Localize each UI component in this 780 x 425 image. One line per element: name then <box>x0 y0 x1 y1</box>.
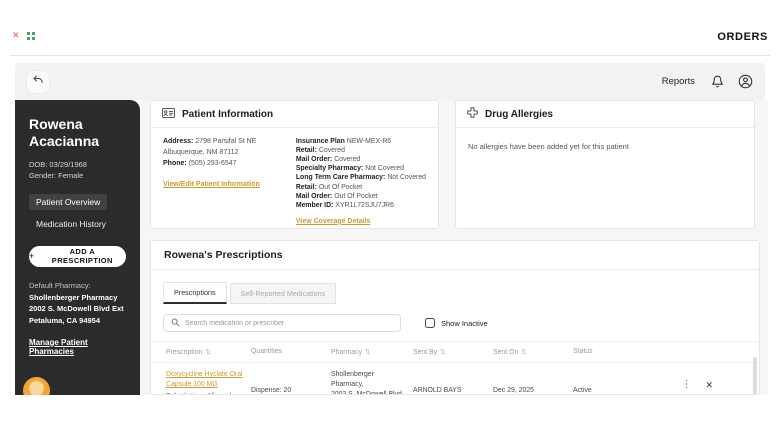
show-inactive-label: Show Inactive <box>441 318 488 328</box>
drug-name-link[interactable]: Doxycycline Hyclate Oral Capsule 100 MG <box>166 370 244 390</box>
long-term-care-line: Long Term Care Pharmacy: Not Covered <box>295 174 426 182</box>
sort-icon[interactable]: ⇅ <box>205 349 210 356</box>
patient-name: Rowena Acacianna <box>29 116 100 149</box>
header-bar: Reports <box>15 63 765 100</box>
manage-pharmacies-link[interactable]: Manage Patient Pharmacies <box>29 338 126 356</box>
patient-information-card: Patient Information Address: 2798 Parsif… <box>150 100 439 229</box>
default-pharmacy-block: Default Pharmacy: Shollenberger Pharmacy… <box>29 281 126 327</box>
sort-icon[interactable]: ⇅ <box>365 349 370 356</box>
retail-coverage-line: Retail: Covered <box>295 147 345 155</box>
table-row: Doxycycline Hyclate Oral Capsule 100 MG … <box>151 363 759 395</box>
sent-on-cell: Dec 29, 2025 <box>493 387 534 394</box>
scrollbar[interactable] <box>753 357 757 394</box>
add-prescription-button[interactable]: + ADD A PRESCRIPTION <box>29 245 126 267</box>
retail-oop-line: Retail: Out Of Pocket <box>295 183 363 191</box>
sent-by-cell: ARNOLD BAYS _____ <box>413 387 462 394</box>
pharmacy-address-line2: Petaluma, CA 94954 <box>29 316 101 326</box>
orders-title: ORDERS <box>717 31 768 43</box>
patient-phone: Phone: (505) 293-6547 <box>163 159 237 167</box>
table-header-row: Prescription ⇅ Quantities Pharmacy ⇅ Sent … <box>151 341 759 363</box>
col-quantities: Quantities <box>251 348 283 355</box>
prescriptions-card: Rowena's Prescriptions Prescriptions Sel… <box>150 240 760 395</box>
search-box[interactable] <box>163 314 401 332</box>
insurance-plan-line: Insurance Plan NEW-MEX-R6 <box>295 138 392 145</box>
patient-sidebar: Rowena Acacianna DOB: 03/29/1968 Gender:… <box>15 100 140 395</box>
col-prescription[interactable]: Prescription ⇅ <box>166 348 251 356</box>
specialty-pharmacy-line: Specialty Pharmacy: Not Covered <box>295 165 404 173</box>
tab-prescriptions[interactable]: Prescriptions <box>163 282 227 304</box>
patient-address: Address: 2798 Parsifal St NE <box>163 138 257 145</box>
status-cell: Active <box>573 387 592 394</box>
mail-order-coverage-line: Mail Order: Covered <box>295 156 361 164</box>
help-fab-icon[interactable] <box>23 377 50 395</box>
sort-icon[interactable]: ⇅ <box>440 349 445 356</box>
mail-order-oop-line: Mail Order: Out Of Pocket <box>295 192 378 200</box>
patient-address-city: Albuquerque, NM 87112 <box>163 148 239 156</box>
view-coverage-details-link[interactable]: View Coverage Details <box>296 218 371 225</box>
drug-allergies-title: Drug Allergies <box>485 108 553 120</box>
show-inactive-checkbox[interactable] <box>425 318 435 328</box>
account-avatar-icon[interactable] <box>738 74 753 89</box>
member-id-line: Member ID: XYR1L72SJU7JR6 <box>295 201 394 209</box>
quantity-cell: Dispense: 20 <box>251 387 292 394</box>
window-close-icon[interactable]: ✕ <box>12 30 20 41</box>
sidebar-item-medication-history[interactable]: Medication History <box>29 216 113 232</box>
search-icon <box>171 314 180 332</box>
prescriptions-title: Rowena's Prescriptions <box>164 249 283 261</box>
pharmacy-name: Shollenberger Pharmacy <box>29 292 118 302</box>
id-card-icon <box>162 105 175 123</box>
col-sent-on[interactable]: Sent On ⇅ <box>493 348 573 356</box>
drug-allergies-card: Drug Allergies No allergies have been ad… <box>455 100 755 229</box>
undo-arrow-icon <box>32 73 44 91</box>
notifications-bell-icon[interactable] <box>711 75 724 88</box>
back-button[interactable] <box>27 70 49 93</box>
patient-information-title: Patient Information <box>182 108 274 120</box>
sort-icon[interactable]: ⇅ <box>521 349 526 356</box>
pharmacy-address-line1: 2002 S. McDowell Blvd Ext <box>29 304 124 314</box>
col-status: Status <box>573 348 593 355</box>
substitutions-text: Substitutions Allowed <box>166 392 245 394</box>
col-pharmacy[interactable]: Pharmacy ⇅ <box>331 348 413 356</box>
prescriptions-table: Prescription ⇅ Quantities Pharmacy ⇅ Sent … <box>151 341 759 395</box>
top-divider <box>10 55 770 56</box>
sidebar-nav: Patient Overview Medication History <box>29 193 126 232</box>
patient-dob: DOB: 03/29/1968 <box>29 159 87 169</box>
prescriptions-tabs: Prescriptions Self-Reported Medications <box>163 282 747 304</box>
patient-gender: Gender: Female <box>29 171 84 181</box>
pharmacy-cell: Shollenberger Pharmacy, 2002 S. McDowell… <box>331 371 402 395</box>
reports-link[interactable]: Reports <box>662 76 695 87</box>
show-inactive-toggle[interactable]: Show Inactive <box>425 318 488 328</box>
window-expand-icon[interactable] <box>27 32 36 41</box>
app-window: ✕ ORDERS Reports Rowena Acacianna DOB: 0… <box>0 0 780 425</box>
col-sent-by[interactable]: Sent By ⇅ <box>413 348 493 356</box>
prescription-cell: Doxycycline Hyclate Oral Capsule 100 MG … <box>166 370 251 394</box>
row-close-icon[interactable]: ✕ <box>705 380 713 390</box>
medical-cross-icon <box>467 105 478 123</box>
search-input[interactable] <box>185 319 393 327</box>
sidebar-item-patient-overview[interactable]: Patient Overview <box>29 193 108 210</box>
row-menu-kebab-icon[interactable]: ⋮ <box>681 380 691 390</box>
default-pharmacy-label: Default Pharmacy: <box>29 280 91 290</box>
plus-icon: + <box>29 251 35 262</box>
no-allergies-text: No allergies have been added yet for thi… <box>468 142 629 151</box>
view-edit-patient-link[interactable]: View/Edit Patient Information <box>163 181 260 188</box>
tab-self-reported-medications[interactable]: Self-Reported Medications <box>229 283 337 304</box>
